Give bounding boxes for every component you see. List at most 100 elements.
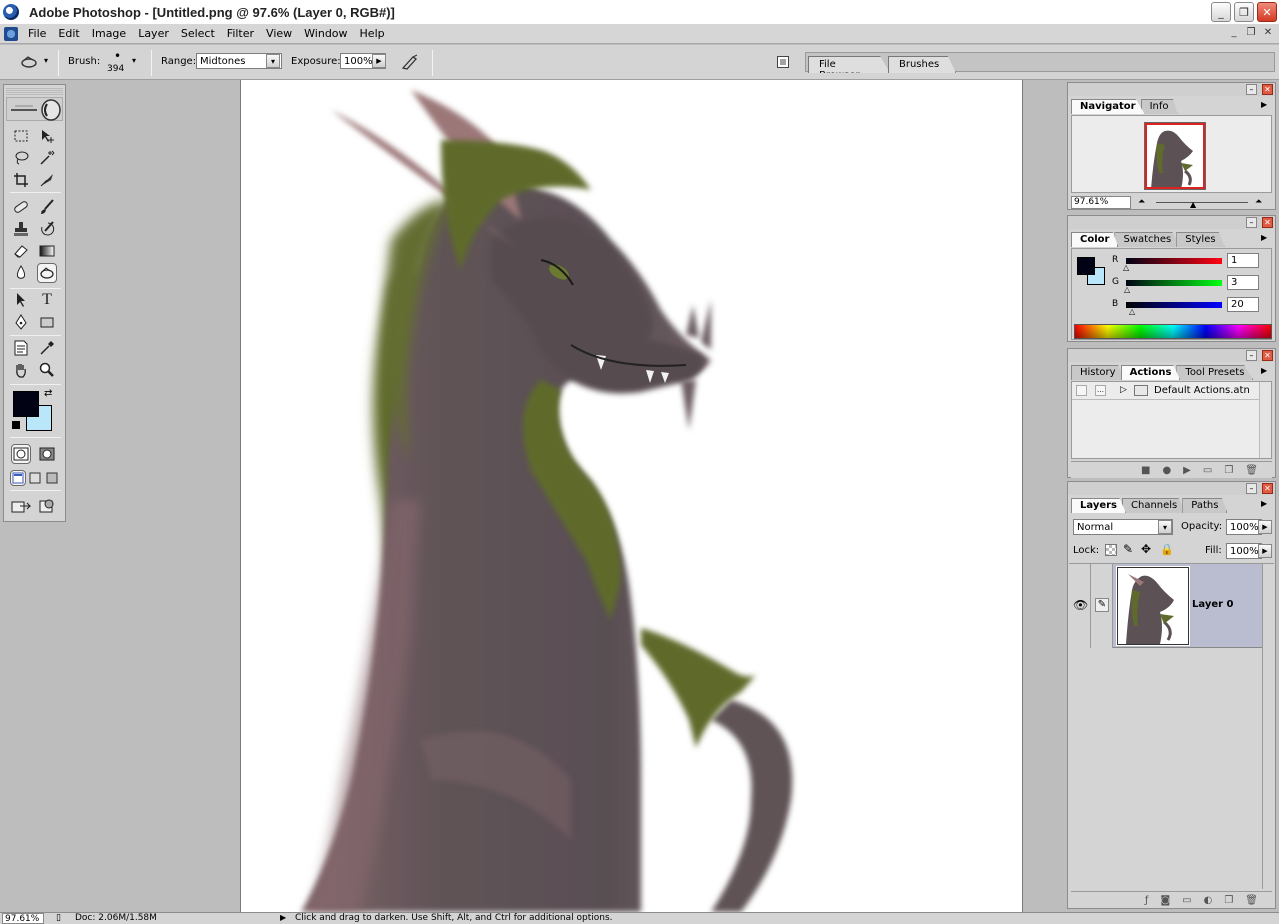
adjustment-layer-icon[interactable]: ◐ — [1204, 895, 1213, 906]
healing-brush-icon[interactable] — [11, 197, 31, 217]
menu-window[interactable]: Window — [298, 27, 353, 40]
full-screen-menu-mode-icon[interactable] — [27, 470, 43, 486]
palette-titlebar[interactable]: – ✕ — [1068, 216, 1275, 229]
red-slider-track[interactable] — [1126, 258, 1222, 264]
new-set-icon[interactable]: ▭ — [1203, 465, 1212, 476]
menu-image[interactable]: Image — [86, 27, 132, 40]
doc-close-button[interactable]: ✕ — [1261, 27, 1275, 41]
color-foreground-swatch[interactable] — [1077, 257, 1095, 275]
scrollbar[interactable] — [1259, 382, 1271, 458]
blue-value-field[interactable]: 20 — [1227, 297, 1259, 312]
tab-swatches[interactable]: Swatches — [1114, 232, 1181, 247]
lasso-tool-icon[interactable] — [11, 148, 31, 168]
opacity-slider-button[interactable]: ▶ — [1258, 520, 1272, 534]
jump-to-imageready-icon[interactable] — [11, 496, 33, 516]
preset-dropdown-arrow[interactable]: ▾ — [44, 56, 48, 65]
eyedropper-icon[interactable] — [37, 338, 57, 358]
fill-slider-button[interactable]: ▶ — [1258, 544, 1272, 558]
trash-icon[interactable]: 🗑 — [1245, 465, 1258, 476]
minimize-button[interactable]: _ — [1211, 2, 1231, 22]
layer-style-icon[interactable]: ƒ — [1145, 895, 1149, 906]
menu-edit[interactable]: Edit — [52, 27, 85, 40]
blue-slider-track[interactable] — [1126, 302, 1222, 308]
swap-colors-icon[interactable]: ⇄ — [44, 388, 52, 399]
green-value-field[interactable]: 3 — [1227, 275, 1259, 290]
quick-mask-icon[interactable] — [37, 444, 57, 464]
menu-help[interactable]: Help — [354, 27, 391, 40]
navigator-view-box[interactable] — [1145, 123, 1205, 189]
well-tab-file-browser[interactable]: File Browser — [808, 56, 890, 73]
brush-tip-icon[interactable]: • — [114, 49, 121, 63]
palette-well-toggle-icon[interactable] — [773, 52, 793, 72]
palette-minimize-button[interactable]: – — [1246, 84, 1257, 95]
green-slider-track[interactable] — [1126, 280, 1222, 286]
navigator-zoom-field[interactable]: 97.61% — [1071, 196, 1131, 209]
default-colors-icon[interactable] — [12, 421, 20, 429]
expand-triangle-icon[interactable]: ▷ — [1120, 385, 1127, 395]
history-brush-icon[interactable] — [37, 219, 57, 239]
opacity-field[interactable]: 100% — [1226, 519, 1262, 535]
crop-tool-icon[interactable] — [11, 170, 31, 190]
zoom-slider-track[interactable] — [1156, 202, 1248, 203]
burn-tool-preset-icon[interactable] — [18, 52, 42, 72]
burn-tool-icon[interactable] — [37, 263, 57, 283]
eye-visibility-icon[interactable]: 👁 — [1073, 598, 1088, 612]
fill-field[interactable]: 100% — [1226, 543, 1262, 559]
stop-icon[interactable]: ■ — [1141, 465, 1150, 476]
close-button[interactable]: ✕ — [1257, 2, 1277, 22]
zoom-slider-thumb[interactable]: ▲ — [1190, 200, 1196, 209]
status-menu-arrow[interactable]: ▶ — [280, 913, 286, 922]
new-action-icon[interactable]: ❐ — [1224, 465, 1233, 476]
range-dropdown-button[interactable]: ▾ — [266, 54, 280, 68]
layer-brush-icon[interactable]: ✎ — [1095, 598, 1109, 612]
palette-close-button[interactable]: ✕ — [1262, 217, 1273, 228]
type-tool-icon[interactable]: T — [37, 290, 57, 310]
brush-dropdown-arrow[interactable]: ▾ — [132, 56, 136, 65]
tab-paths[interactable]: Paths — [1182, 498, 1228, 513]
airbrush-icon[interactable] — [400, 52, 420, 72]
clone-stamp-icon[interactable] — [11, 219, 31, 239]
tab-actions[interactable]: Actions — [1120, 365, 1181, 380]
palette-close-button[interactable]: ✕ — [1262, 483, 1273, 494]
menu-select[interactable]: Select — [175, 27, 221, 40]
zoom-out-icon[interactable]: ⏶ — [1138, 197, 1145, 207]
palette-titlebar[interactable]: – ✕ — [1068, 482, 1275, 495]
red-slider-thumb[interactable]: △ — [1123, 263, 1129, 272]
navigator-thumbnail[interactable] — [1144, 122, 1206, 190]
pen-tool-icon[interactable] — [11, 312, 31, 332]
blue-slider-thumb[interactable]: △ — [1129, 307, 1135, 316]
shape-tool-icon[interactable] — [37, 312, 57, 332]
palette-close-button[interactable]: ✕ — [1262, 84, 1273, 95]
status-zoom-field[interactable]: 97.61% — [2, 913, 44, 924]
new-layer-icon[interactable]: ❐ — [1224, 895, 1233, 906]
toolbox-grip[interactable] — [6, 87, 63, 95]
palette-titlebar[interactable]: – ✕ — [1068, 83, 1275, 96]
palette-menu-arrow[interactable]: ▶ — [1261, 233, 1271, 243]
photoshop-app-icon[interactable] — [3, 4, 19, 20]
new-group-icon[interactable]: ▭ — [1182, 895, 1191, 906]
imageready-icon[interactable] — [37, 496, 57, 516]
tab-channels[interactable]: Channels — [1122, 498, 1187, 513]
magic-wand-icon[interactable] — [37, 148, 57, 168]
palette-close-button[interactable]: ✕ — [1262, 350, 1273, 361]
standard-screen-mode-icon[interactable] — [10, 470, 26, 486]
hand-tool-icon[interactable] — [11, 360, 31, 380]
doc-minimize-button[interactable]: _ — [1227, 27, 1241, 41]
slice-tool-icon[interactable] — [37, 170, 57, 190]
palette-menu-arrow[interactable]: ▶ — [1261, 499, 1271, 509]
brush-tool-icon[interactable] — [37, 197, 57, 217]
zoom-tool-icon[interactable] — [37, 360, 57, 380]
menu-filter[interactable]: Filter — [221, 27, 260, 40]
menu-view[interactable]: View — [260, 27, 298, 40]
restore-button[interactable]: ❐ — [1234, 2, 1254, 22]
path-selection-icon[interactable] — [11, 290, 31, 310]
adobe-online-logo[interactable] — [6, 97, 63, 121]
lock-position-icon[interactable]: ✥ — [1141, 542, 1151, 556]
action-dialog-toggle-icon[interactable]: … — [1095, 385, 1106, 396]
color-spectrum-ramp[interactable] — [1074, 324, 1272, 339]
tab-info[interactable]: Info — [1140, 99, 1178, 114]
move-tool-icon[interactable] — [37, 126, 57, 146]
doc-restore-button[interactable]: ❐ — [1244, 27, 1258, 41]
layer-mask-icon[interactable]: ◙ — [1160, 895, 1170, 906]
foreground-color-swatch[interactable] — [13, 391, 39, 417]
